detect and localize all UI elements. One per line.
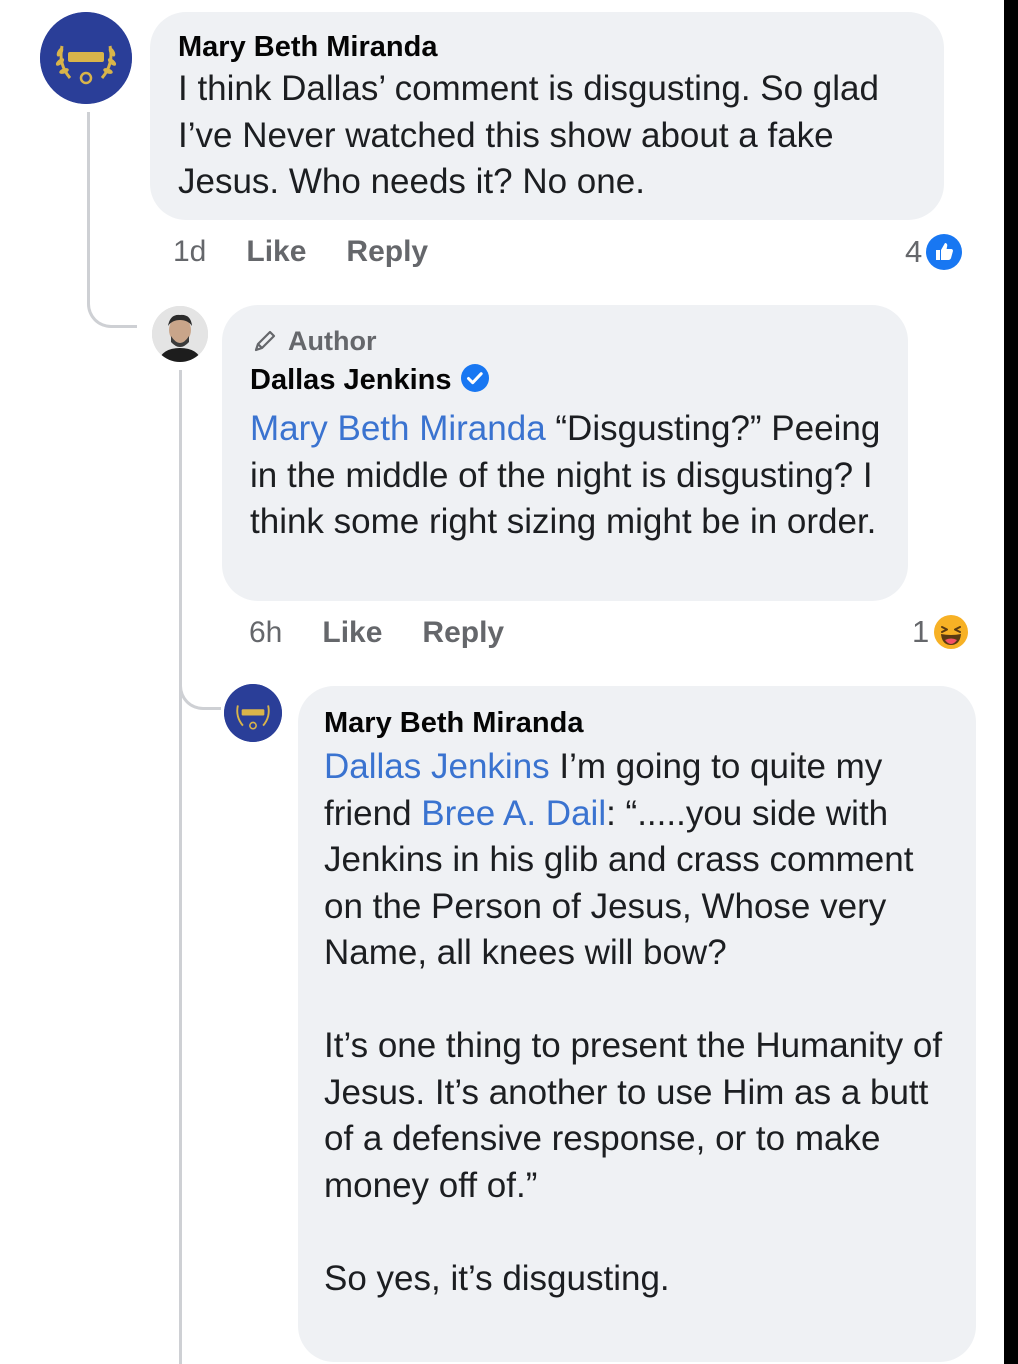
laurel-seal-icon <box>224 684 282 742</box>
mention-link-2[interactable]: Bree A. Dail <box>421 794 606 833</box>
comment-text: Mary Beth Miranda “Disgusting?” Peeing i… <box>250 406 884 546</box>
comment-text: Dallas Jenkins I’m going to quite my fri… <box>324 744 956 1302</box>
comment-bubble-1: Mary Beth Miranda I think Dallas’ commen… <box>150 12 944 220</box>
comment-actions-2: 6h Like Reply <box>249 616 544 650</box>
thread-curve-1 <box>87 280 137 328</box>
comment-thread: Mary Beth Miranda I think Dallas’ commen… <box>0 0 1004 1364</box>
comment-paragraph-2: It’s one thing to present the Humanity o… <box>324 1026 943 1205</box>
mention-link[interactable]: Mary Beth Miranda <box>250 409 546 448</box>
reply-button[interactable]: Reply <box>346 235 428 269</box>
author-badge-label: Author <box>288 326 377 356</box>
reaction-count: 1 <box>912 614 930 649</box>
comment-author[interactable]: Mary Beth Miranda <box>324 706 956 740</box>
comment-text: I think Dallas’ comment is disgusting. S… <box>178 69 879 201</box>
thread-line-reply <box>179 370 182 1364</box>
haha-icon <box>934 615 969 649</box>
comment-author[interactable]: Mary Beth Miranda <box>178 30 918 64</box>
verified-badge-icon <box>460 364 489 392</box>
avatar-mary-beth[interactable] <box>40 12 132 104</box>
thread-line-main <box>87 112 90 302</box>
comment-time[interactable]: 1d <box>173 235 206 269</box>
comment-author[interactable]: Dallas Jenkins <box>250 364 452 396</box>
comment-author-row: Dallas Jenkins <box>250 363 884 402</box>
author-badge: Author <box>250 325 884 357</box>
reaction-count: 4 <box>905 234 923 269</box>
reply-button[interactable]: Reply <box>422 616 504 650</box>
laurel-seal-icon <box>40 12 132 104</box>
like-button[interactable]: Like <box>246 235 306 269</box>
comment-paragraph-1: Dallas Jenkins I’m going to quite my fri… <box>324 744 956 977</box>
comment-bubble-3: Mary Beth Miranda Dallas Jenkins I’m goi… <box>298 686 976 1362</box>
like-button[interactable]: Like <box>322 616 382 650</box>
comment-bubble-2: Author Dallas Jenkins Mary Beth Miranda … <box>222 305 908 601</box>
thread-curve-2 <box>179 660 221 710</box>
reaction-count-1[interactable]: 4 <box>905 234 963 270</box>
reaction-count-2[interactable]: 1 <box>912 614 969 650</box>
profile-photo-icon <box>152 306 208 362</box>
avatar-mary-beth-2[interactable] <box>224 684 282 742</box>
mention-link[interactable]: Dallas Jenkins <box>324 747 550 786</box>
like-icon <box>926 234 963 270</box>
pencil-icon <box>254 330 276 352</box>
comment-time[interactable]: 6h <box>249 616 282 650</box>
avatar-dallas[interactable] <box>152 306 208 362</box>
comment-actions-1: 1d Like Reply <box>173 235 468 269</box>
comment-paragraph-3: So yes, it’s disgusting. <box>324 1258 670 1298</box>
